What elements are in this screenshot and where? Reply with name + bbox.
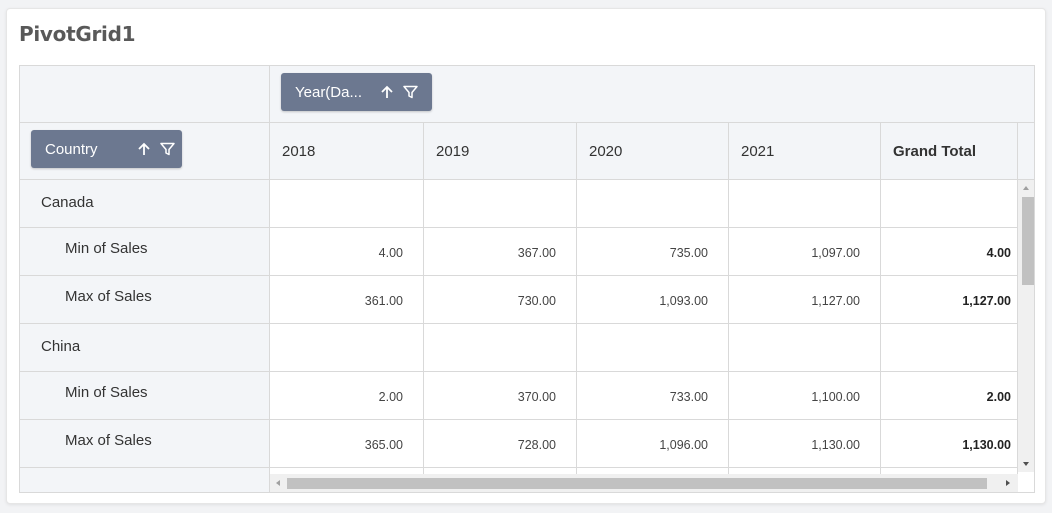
value-cell[interactable]: 1,130.00 [881, 420, 1018, 468]
row-header-measure[interactable]: Max of Sales [20, 276, 270, 324]
column-header[interactable]: 2021 [729, 123, 881, 180]
value-cell[interactable] [881, 324, 1018, 372]
pivot-grid: Year(Da... Country 2018 2019 2020 2021 Grand… [19, 65, 1035, 493]
value-cell[interactable] [729, 180, 881, 228]
horizontal-scrollbar[interactable] [270, 474, 1018, 492]
vertical-scroll-thumb[interactable] [1022, 197, 1034, 285]
column-header[interactable]: 2020 [577, 123, 729, 180]
horizontal-scroll-thumb[interactable] [287, 478, 987, 489]
page-title: PivotGrid1 [19, 22, 136, 46]
row-field-label: Country [45, 140, 98, 158]
value-cell[interactable] [577, 180, 729, 228]
value-cell[interactable] [270, 180, 424, 228]
column-header[interactable]: 2018 [270, 123, 424, 180]
value-cell[interactable] [729, 324, 881, 372]
value-cell[interactable]: 367.00 [424, 228, 577, 276]
value-cell[interactable]: 728.00 [424, 420, 577, 468]
row-header-measure[interactable]: Min of Sales [20, 228, 270, 276]
value-cell[interactable]: 733.00 [577, 372, 729, 420]
filter-icon[interactable] [160, 141, 176, 157]
scroll-down-arrow[interactable] [1023, 462, 1029, 466]
scroll-left-arrow[interactable] [276, 480, 280, 486]
column-header-grand-total[interactable]: Grand Total [881, 123, 1018, 180]
value-cell[interactable] [424, 180, 577, 228]
value-cell[interactable]: 2.00 [270, 372, 424, 420]
value-cell[interactable]: 735.00 [577, 228, 729, 276]
value-cell[interactable]: 1,093.00 [577, 276, 729, 324]
row-header-group[interactable]: China [20, 324, 270, 372]
column-field-label: Year(Da... [295, 83, 362, 101]
row-header-measure[interactable]: Min of Sales [20, 372, 270, 420]
vertical-scrollbar[interactable] [1018, 180, 1034, 472]
arrow-up-icon[interactable] [136, 141, 152, 157]
value-cell[interactable]: 361.00 [270, 276, 424, 324]
value-cell[interactable]: 1,127.00 [881, 276, 1018, 324]
row-header-partial [20, 468, 270, 492]
row-header-measure[interactable]: Max of Sales [20, 420, 270, 468]
scroll-up-arrow[interactable] [1023, 186, 1029, 190]
value-cell[interactable] [577, 324, 729, 372]
value-cell[interactable]: 2.00 [881, 372, 1018, 420]
row-field-chip[interactable]: Country [31, 130, 182, 168]
value-cell[interactable]: 4.00 [270, 228, 424, 276]
column-header[interactable]: 2019 [424, 123, 577, 180]
value-cell[interactable]: 1,100.00 [729, 372, 881, 420]
filter-icon[interactable] [403, 84, 419, 100]
value-cell[interactable] [424, 324, 577, 372]
value-cell[interactable]: 1,097.00 [729, 228, 881, 276]
value-cell[interactable]: 1,096.00 [577, 420, 729, 468]
value-cell[interactable]: 370.00 [424, 372, 577, 420]
value-cell[interactable]: 730.00 [424, 276, 577, 324]
value-cell[interactable]: 365.00 [270, 420, 424, 468]
value-cell[interactable] [270, 324, 424, 372]
value-cell[interactable]: 1,127.00 [729, 276, 881, 324]
pivot-grid-card: PivotGrid1 Year(Da... Country 2018 2019 … [6, 8, 1046, 504]
row-header-group[interactable]: Canada [20, 180, 270, 228]
value-cell[interactable]: 1,130.00 [729, 420, 881, 468]
header-filler [1018, 123, 1034, 180]
scroll-right-arrow[interactable] [1006, 480, 1010, 486]
corner-cell [20, 66, 270, 123]
value-cell[interactable] [881, 180, 1018, 228]
value-cell[interactable]: 4.00 [881, 228, 1018, 276]
column-field-chip[interactable]: Year(Da... [281, 73, 432, 111]
arrow-up-icon[interactable] [379, 84, 395, 100]
